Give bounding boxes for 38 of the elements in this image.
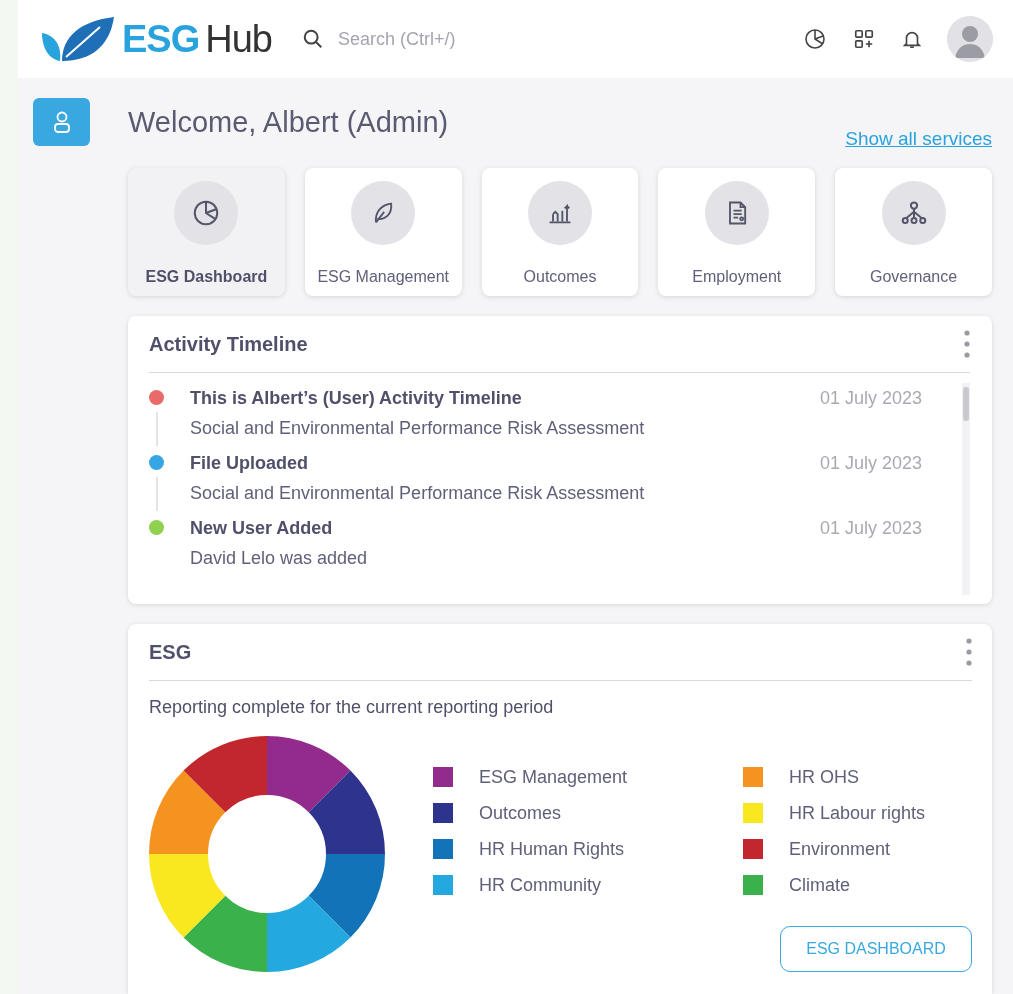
- activity-detail: Social and Environmental Performance Risk Assessment: [190, 482, 646, 505]
- more-options-icon[interactable]: [964, 330, 970, 358]
- legend-label: HR OHS: [789, 766, 859, 788]
- activity-date: 01 July 2023: [819, 387, 922, 410]
- user-icon: [52, 111, 71, 133]
- leaf-logo-icon: [40, 15, 116, 63]
- legend-label: Climate: [789, 874, 850, 896]
- search-field[interactable]: Search (Ctrl+/): [335, 27, 640, 51]
- activity-title: New User Added: [190, 517, 334, 540]
- activity-date: 01 July 2023: [819, 452, 922, 475]
- welcome-heading: Welcome, Albert (Admin): [128, 106, 449, 139]
- service-card[interactable]: Outcomes: [481, 168, 639, 296]
- search-icon[interactable]: [301, 28, 324, 50]
- legend-label: HR Community: [479, 874, 602, 896]
- legend-label: ESG Management: [479, 766, 628, 788]
- activity-detail: David Lelo was added: [190, 547, 369, 570]
- more-options-icon[interactable]: [966, 638, 972, 666]
- apps-icon[interactable]: [853, 28, 875, 50]
- service-card[interactable]: Governance: [835, 168, 992, 296]
- activity-detail: Social and Environmental Performance Risk Assessment: [190, 417, 646, 440]
- logo-text: ESG: [122, 17, 200, 61]
- profile-button[interactable]: [33, 98, 90, 146]
- legend-label: HR Human Rights: [479, 838, 625, 860]
- activity-title: File Uploaded: [190, 452, 309, 475]
- logo-text: Hub: [205, 17, 272, 61]
- card-title: ESG: [149, 640, 192, 664]
- service-card[interactable]: ESG Dashboard: [128, 168, 285, 296]
- service-card[interactable]: Employment: [658, 168, 816, 296]
- legend-label: Outcomes: [479, 802, 562, 824]
- card-subtitle: Reporting complete for the current reporting period: [149, 697, 555, 718]
- card-title: Activity Timeline: [149, 332, 308, 356]
- scrollbar[interactable]: [962, 383, 970, 595]
- pie-chart-icon[interactable]: [803, 27, 827, 51]
- legend-label: HR Labour rights: [789, 802, 926, 824]
- activity-title: This is Albert’s (User) Activity Timeline: [190, 387, 523, 410]
- activity-date: 01 July 2023: [819, 517, 922, 540]
- legend-label: Environment: [789, 838, 891, 860]
- service-card[interactable]: ESG Management: [304, 168, 462, 296]
